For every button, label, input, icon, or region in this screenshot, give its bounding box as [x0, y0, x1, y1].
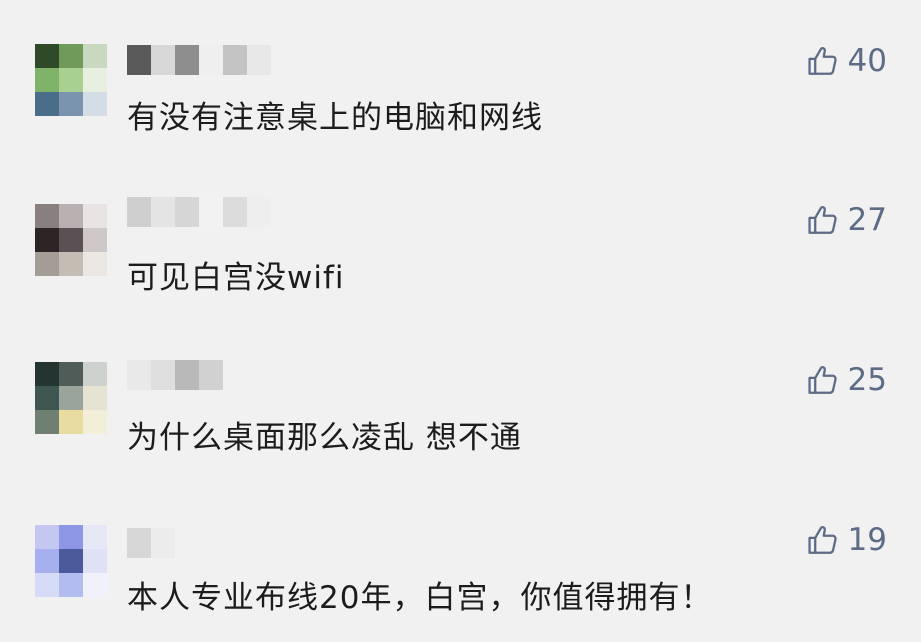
avatar-mosaic-tile [59, 362, 83, 386]
comment-list: 有没有注意桌上的电脑和网线 40 可见白宫没wifi 27 为什么桌面那么凌乱 … [0, 0, 921, 642]
username-mosaic-tile [247, 45, 271, 75]
username-mosaic-tile [199, 45, 223, 75]
avatar[interactable] [35, 525, 107, 597]
avatar-mosaic-tile [35, 204, 59, 228]
username-mosaic-tile [175, 197, 199, 227]
comment-item: 有没有注意桌上的电脑和网线 40 [0, 0, 921, 160]
username-mosaic-tile [127, 45, 151, 75]
like-button[interactable]: 27 [806, 202, 887, 238]
username-mosaic-tile [151, 528, 175, 558]
like-count: 40 [847, 43, 887, 79]
avatar-mosaic-tile [35, 362, 59, 386]
avatar-mosaic-tile [83, 410, 107, 434]
comment-item: 可见白宫没wifi 27 [0, 160, 921, 320]
username-mosaic-tile [247, 197, 271, 227]
avatar-mosaic-tile [83, 92, 107, 116]
avatar-mosaic-tile [35, 549, 59, 573]
username-mosaic-tile [175, 528, 199, 558]
avatar-mosaic-tile [59, 549, 83, 573]
avatar-mosaic-tile [59, 228, 83, 252]
username-mosaic-tile [175, 360, 199, 390]
avatar-mosaic-tile [59, 525, 83, 549]
avatar-mosaic-tile [83, 362, 107, 386]
avatar-mosaic-tile [83, 252, 107, 276]
avatar-mosaic-tile [59, 252, 83, 276]
avatar-mosaic-tile [59, 204, 83, 228]
avatar-mosaic-tile [83, 228, 107, 252]
avatar-mosaic-tile [35, 386, 59, 410]
avatar-mosaic-tile [83, 573, 107, 597]
comment-text: 有没有注意桌上的电脑和网线 [127, 100, 543, 136]
avatar-mosaic-tile [59, 68, 83, 92]
username-mosaic-tile [223, 197, 247, 227]
thumbs-up-icon [807, 206, 837, 234]
thumbs-up-icon [807, 366, 837, 394]
username-blurred[interactable] [127, 528, 271, 558]
username-mosaic-tile [247, 528, 271, 558]
username-mosaic-tile [151, 45, 175, 75]
username-blurred[interactable] [127, 360, 271, 390]
username-mosaic-tile [127, 360, 151, 390]
username-mosaic-tile [223, 45, 247, 75]
username-mosaic-tile [127, 528, 151, 558]
username-mosaic-tile [223, 528, 247, 558]
comment-item: 为什么桌面那么凌乱 想不通 25 [0, 320, 921, 480]
like-count: 25 [847, 362, 887, 398]
thumbs-up-icon [807, 526, 837, 554]
username-mosaic-tile [199, 528, 223, 558]
avatar-mosaic-tile [83, 204, 107, 228]
username-blurred[interactable] [127, 45, 271, 75]
avatar-mosaic-tile [59, 92, 83, 116]
avatar[interactable] [35, 44, 107, 116]
avatar-mosaic-tile [83, 68, 107, 92]
username-mosaic-tile [199, 197, 223, 227]
avatar[interactable] [35, 362, 107, 434]
comment-text: 为什么桌面那么凌乱 想不通 [127, 420, 522, 456]
like-button[interactable]: 40 [806, 43, 887, 79]
avatar-mosaic-tile [35, 252, 59, 276]
username-mosaic-tile [151, 360, 175, 390]
like-count: 27 [847, 202, 887, 238]
avatar-mosaic-tile [59, 410, 83, 434]
like-button[interactable]: 25 [806, 362, 887, 398]
username-mosaic-tile [247, 360, 271, 390]
avatar-mosaic-tile [83, 549, 107, 573]
avatar-mosaic-tile [35, 44, 59, 68]
username-mosaic-tile [151, 197, 175, 227]
avatar-mosaic-tile [35, 573, 59, 597]
avatar-mosaic-tile [59, 44, 83, 68]
like-count: 19 [847, 522, 887, 558]
like-button[interactable]: 19 [806, 522, 887, 558]
username-blurred[interactable] [127, 197, 271, 227]
username-mosaic-tile [199, 360, 223, 390]
avatar-mosaic-tile [83, 386, 107, 410]
avatar[interactable] [35, 204, 107, 276]
comment-text: 可见白宫没wifi [127, 260, 345, 296]
avatar-mosaic-tile [59, 386, 83, 410]
avatar-mosaic-tile [35, 92, 59, 116]
avatar-mosaic-tile [35, 525, 59, 549]
comment-item: 本人专业布线20年，白宫，你值得拥有！ 19 [0, 480, 921, 640]
comment-text: 本人专业布线20年，白宫，你值得拥有！ [127, 580, 713, 616]
thumbs-up-icon [807, 47, 837, 75]
avatar-mosaic-tile [35, 68, 59, 92]
avatar-mosaic-tile [83, 525, 107, 549]
avatar-mosaic-tile [35, 228, 59, 252]
avatar-mosaic-tile [59, 573, 83, 597]
username-mosaic-tile [127, 197, 151, 227]
username-mosaic-tile [223, 360, 247, 390]
avatar-mosaic-tile [83, 44, 107, 68]
username-mosaic-tile [175, 45, 199, 75]
avatar-mosaic-tile [35, 410, 59, 434]
